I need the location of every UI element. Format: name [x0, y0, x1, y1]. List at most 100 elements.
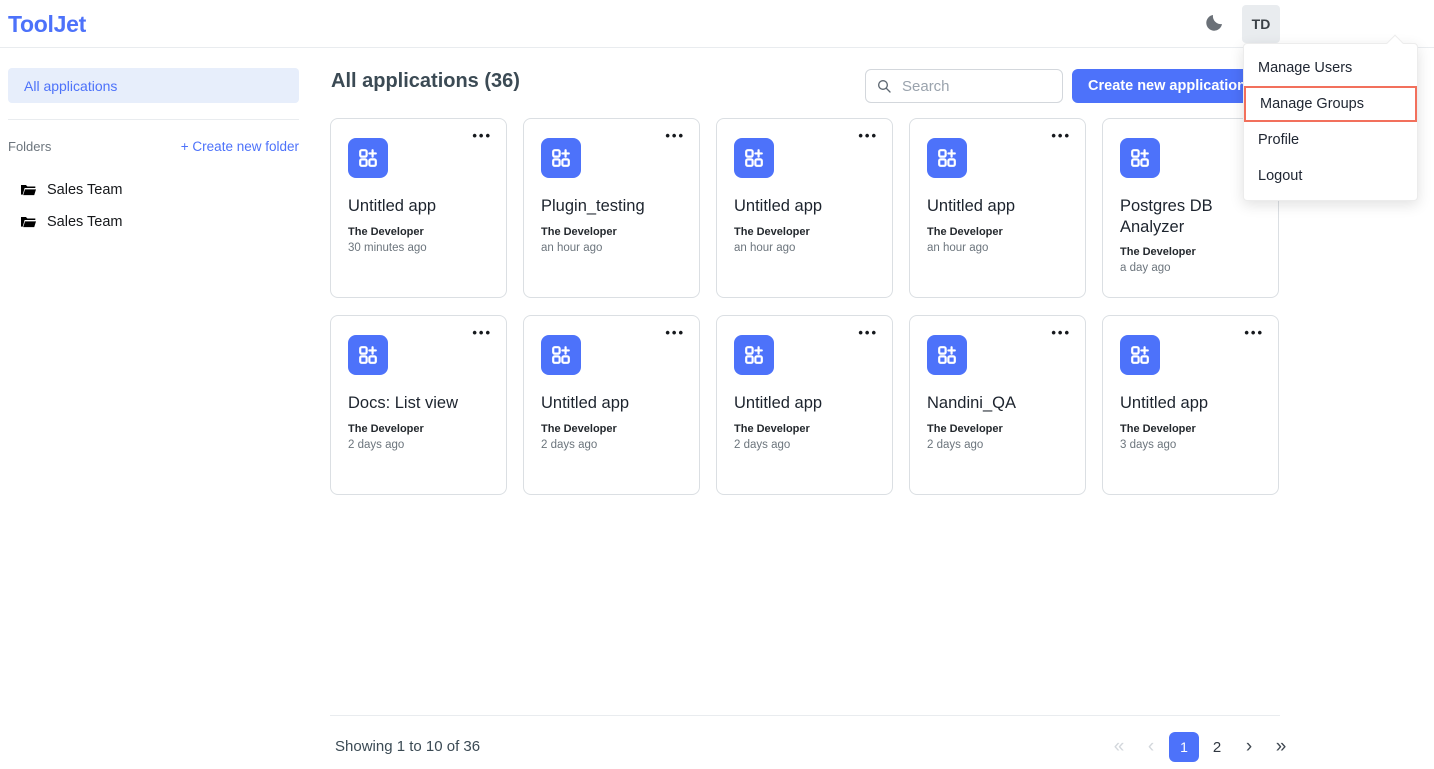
app-author: The Developer [541, 226, 682, 238]
app-author: The Developer [348, 226, 489, 238]
app-grid-plus-icon [357, 344, 379, 366]
app-name: Untitled app [927, 196, 1068, 217]
app-card[interactable]: ••• Untitled app The Developer an hour a… [909, 118, 1086, 298]
app-card[interactable]: ••• Untitled app The Developer 2 days ag… [716, 315, 893, 495]
app-name: Untitled app [734, 393, 875, 414]
folder-icon [20, 183, 37, 198]
app-updated-time: 2 days ago [734, 439, 875, 451]
menu-item-manage-users[interactable]: Manage Users [1244, 50, 1417, 86]
app-card-menu-icon[interactable]: ••• [472, 129, 492, 142]
moon-icon [1203, 12, 1225, 34]
app-card[interactable]: ••• Nandini_QA The Developer 2 days ago [909, 315, 1086, 495]
folders-list: Sales Team Sales Team [8, 174, 299, 238]
app-updated-time: an hour ago [927, 242, 1068, 254]
user-avatar[interactable]: TD [1242, 5, 1280, 43]
top-header: ToolJet TD [0, 0, 1434, 48]
applications-grid: ••• Untitled app The Developer 30 minute… [330, 118, 1280, 495]
app-card-menu-icon[interactable]: ••• [472, 326, 492, 339]
pagination-last-button[interactable]: » [1267, 732, 1295, 762]
app-name: Untitled app [348, 196, 489, 217]
app-author: The Developer [927, 226, 1068, 238]
folder-icon [20, 215, 37, 230]
app-grid-plus-icon [743, 147, 765, 169]
app-author: The Developer [1120, 423, 1261, 435]
app-card-menu-icon[interactable]: ••• [858, 129, 878, 142]
app-grid-plus-icon [743, 344, 765, 366]
app-icon [734, 335, 774, 375]
pagination-prev-button[interactable]: ‹ [1137, 732, 1165, 762]
app-updated-time: 2 days ago [348, 439, 489, 451]
app-updated-time: 2 days ago [541, 439, 682, 451]
folders-label: Folders [8, 139, 51, 154]
app-card[interactable]: ••• Untitled app The Developer an hour a… [716, 118, 893, 298]
app-name: Postgres DB Analyzer [1120, 196, 1261, 237]
sidebar-folder-item[interactable]: Sales Team [8, 174, 299, 206]
app-grid-plus-icon [550, 344, 572, 366]
app-author: The Developer [734, 226, 875, 238]
page-title: All applications (36) [331, 70, 520, 93]
app-updated-time: an hour ago [541, 242, 682, 254]
pagination-page-1[interactable]: 1 [1169, 732, 1199, 762]
app-card-menu-icon[interactable]: ••• [1051, 326, 1071, 339]
app-author: The Developer [927, 423, 1068, 435]
search-icon [876, 78, 892, 94]
app-card[interactable]: ••• Docs: List view The Developer 2 days… [330, 315, 507, 495]
tooljet-dashboard: ToolJet TD All applications Folders + Cr… [0, 0, 1434, 769]
sidebar-divider [8, 119, 299, 120]
app-icon [927, 335, 967, 375]
pagination-summary: Showing 1 to 10 of 36 [335, 738, 480, 755]
app-name: Untitled app [1120, 393, 1261, 414]
app-icon [541, 138, 581, 178]
search-box [865, 69, 1063, 103]
app-card-menu-icon[interactable]: ••• [858, 326, 878, 339]
app-name: Docs: List view [348, 393, 489, 414]
app-name: Nandini_QA [927, 393, 1068, 414]
app-author: The Developer [541, 423, 682, 435]
app-icon [1120, 335, 1160, 375]
app-card-menu-icon[interactable]: ••• [1051, 129, 1071, 142]
menu-item-manage-groups[interactable]: Manage Groups [1244, 86, 1417, 122]
app-icon [927, 138, 967, 178]
menu-item-logout[interactable]: Logout [1244, 158, 1417, 194]
app-name: Untitled app [734, 196, 875, 217]
pagination-next-button[interactable]: › [1235, 732, 1263, 762]
dark-mode-toggle[interactable] [1202, 12, 1226, 36]
app-grid-plus-icon [357, 147, 379, 169]
app-icon [348, 335, 388, 375]
app-card[interactable]: ••• Plugin_testing The Developer an hour… [523, 118, 700, 298]
pagination-page-2[interactable]: 2 [1203, 732, 1231, 762]
folder-name: Sales Team [47, 182, 123, 198]
app-updated-time: 2 days ago [927, 439, 1068, 451]
app-updated-time: a day ago [1120, 262, 1261, 274]
create-new-folder-link[interactable]: + Create new folder [181, 139, 299, 154]
app-grid-plus-icon [1129, 147, 1151, 169]
app-name: Plugin_testing [541, 196, 682, 217]
user-menu-dropdown: Manage UsersManage GroupsProfileLogout [1243, 43, 1418, 201]
app-card-menu-icon[interactable]: ••• [1244, 326, 1264, 339]
search-input[interactable] [900, 77, 1052, 96]
pagination-first-button[interactable]: « [1105, 732, 1133, 762]
sidebar-folder-item[interactable]: Sales Team [8, 206, 299, 238]
app-updated-time: 30 minutes ago [348, 242, 489, 254]
tooljet-logo: ToolJet [8, 11, 86, 38]
sidebar-item-all-applications[interactable]: All applications [8, 68, 299, 103]
footer-divider [330, 715, 1280, 716]
app-card-menu-icon[interactable]: ••• [665, 326, 685, 339]
user-menu-items: Manage UsersManage GroupsProfileLogout [1244, 50, 1417, 194]
app-name: Untitled app [541, 393, 682, 414]
app-grid-plus-icon [936, 147, 958, 169]
app-card-menu-icon[interactable]: ••• [665, 129, 685, 142]
app-author: The Developer [348, 423, 489, 435]
app-icon [348, 138, 388, 178]
app-grid-plus-icon [1129, 344, 1151, 366]
app-card[interactable]: ••• Untitled app The Developer 2 days ag… [523, 315, 700, 495]
app-grid-plus-icon [550, 147, 572, 169]
app-card[interactable]: ••• Untitled app The Developer 30 minute… [330, 118, 507, 298]
app-icon [541, 335, 581, 375]
app-updated-time: 3 days ago [1120, 439, 1261, 451]
app-author: The Developer [1120, 246, 1261, 258]
app-card[interactable]: ••• Untitled app The Developer 3 days ag… [1102, 315, 1279, 495]
app-updated-time: an hour ago [734, 242, 875, 254]
menu-item-profile[interactable]: Profile [1244, 122, 1417, 158]
create-new-application-button[interactable]: Create new application [1072, 69, 1262, 103]
